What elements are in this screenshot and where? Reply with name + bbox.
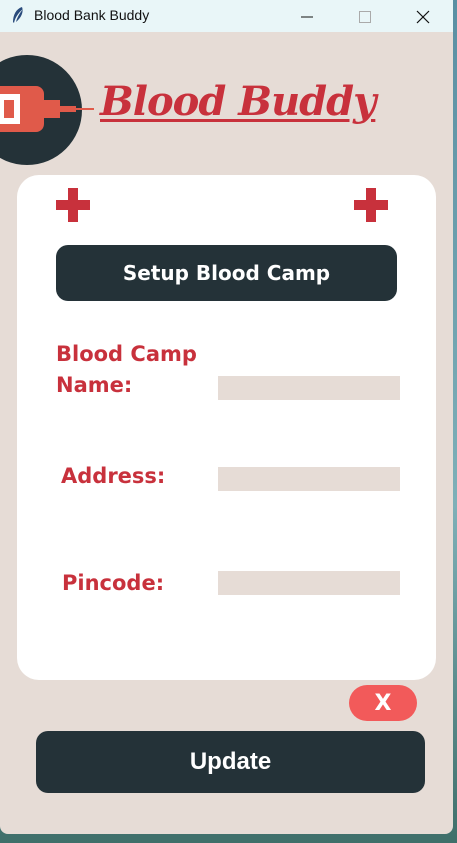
app-window: Blood Bank Buddy Blood Buddy Setup Blood… bbox=[0, 0, 453, 834]
pincode-input[interactable] bbox=[218, 571, 400, 595]
close-window-button[interactable] bbox=[394, 0, 452, 32]
close-form-button[interactable]: X bbox=[349, 685, 417, 721]
camp-form-card: Setup Blood Camp Blood Camp Name: Addres… bbox=[17, 175, 436, 680]
plus-icon bbox=[354, 188, 388, 222]
address-label: Address: bbox=[61, 464, 166, 488]
feather-icon bbox=[10, 6, 26, 24]
plus-icon bbox=[56, 188, 90, 222]
camp-name-input[interactable] bbox=[218, 376, 400, 400]
blood-bag-syringe-icon bbox=[0, 86, 94, 132]
camp-name-label: Blood Camp Name: bbox=[56, 342, 197, 397]
update-button[interactable]: Update bbox=[36, 731, 425, 793]
minimize-button[interactable] bbox=[278, 0, 336, 32]
window-title: Blood Bank Buddy bbox=[34, 7, 150, 23]
title-bar: Blood Bank Buddy bbox=[0, 0, 453, 32]
brand-title: Blood Buddy bbox=[100, 78, 376, 125]
minimize-icon bbox=[301, 16, 313, 18]
address-input[interactable] bbox=[218, 467, 400, 491]
close-icon bbox=[416, 10, 430, 24]
maximize-icon bbox=[359, 11, 371, 23]
setup-blood-camp-button[interactable]: Setup Blood Camp bbox=[56, 245, 397, 301]
maximize-button[interactable] bbox=[336, 0, 394, 32]
pincode-label: Pincode: bbox=[62, 571, 165, 595]
